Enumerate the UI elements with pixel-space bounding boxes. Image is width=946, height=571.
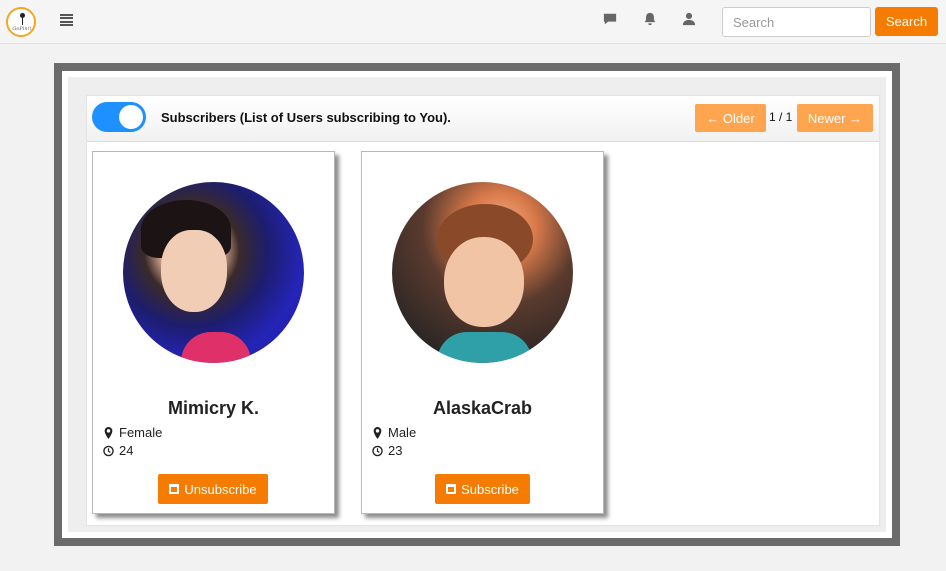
panel-header: Subscribers (List of Users subscribing t…	[87, 96, 879, 142]
clock-icon	[103, 445, 114, 456]
gender-label: Female	[119, 425, 163, 440]
map-marker-icon	[373, 426, 382, 439]
subscribers-panel: Subscribers (List of Users subscribing t…	[86, 95, 880, 526]
newer-button[interactable]: Newer →	[797, 104, 873, 132]
bell-icon[interactable]	[643, 12, 659, 28]
search-button[interactable]: Search	[875, 7, 938, 36]
user-icon[interactable]	[682, 12, 698, 28]
top-navbar: GoPin!! Search	[0, 0, 946, 44]
subscribe-button[interactable]: Subscribe	[435, 474, 530, 504]
map-marker-icon	[104, 426, 113, 439]
user-name[interactable]: Mimicry K.	[93, 398, 334, 419]
age-label: 24	[119, 443, 134, 458]
chat-icon[interactable]	[603, 12, 619, 28]
panel-title: Subscribers (List of Users subscribing t…	[161, 110, 451, 125]
page-indicator: 1 / 1	[769, 110, 793, 124]
age-label: 23	[388, 443, 403, 458]
user-name[interactable]: AlaskaCrab	[362, 398, 603, 419]
age-row: 23	[372, 443, 402, 458]
app-logo[interactable]: GoPin!!	[6, 7, 36, 37]
logo-text: GoPin!!	[12, 26, 32, 32]
gender-row: Female	[103, 425, 162, 440]
subscribe-icon	[169, 484, 180, 494]
avatar[interactable]	[392, 182, 573, 363]
content-frame: Subscribers (List of Users subscribing t…	[54, 63, 900, 546]
unsubscribe-button[interactable]: Unsubscribe	[158, 474, 268, 504]
menu-icon[interactable]	[60, 14, 73, 26]
clock-icon	[372, 445, 383, 456]
avatar[interactable]	[123, 182, 304, 363]
gender-row: Male	[372, 425, 416, 440]
search-input[interactable]	[722, 7, 871, 37]
age-row: 24	[103, 443, 133, 458]
user-card: AlaskaCrab Male 23 Subscribe	[361, 151, 604, 514]
user-card: Mimicry K. Female 24 Unsubscribe	[92, 151, 335, 514]
older-button[interactable]: ← Older	[695, 104, 766, 132]
toggle-knob	[119, 105, 143, 129]
subscribers-toggle[interactable]	[92, 102, 146, 132]
subscribe-icon	[446, 484, 457, 494]
gender-label: Male	[388, 425, 417, 440]
